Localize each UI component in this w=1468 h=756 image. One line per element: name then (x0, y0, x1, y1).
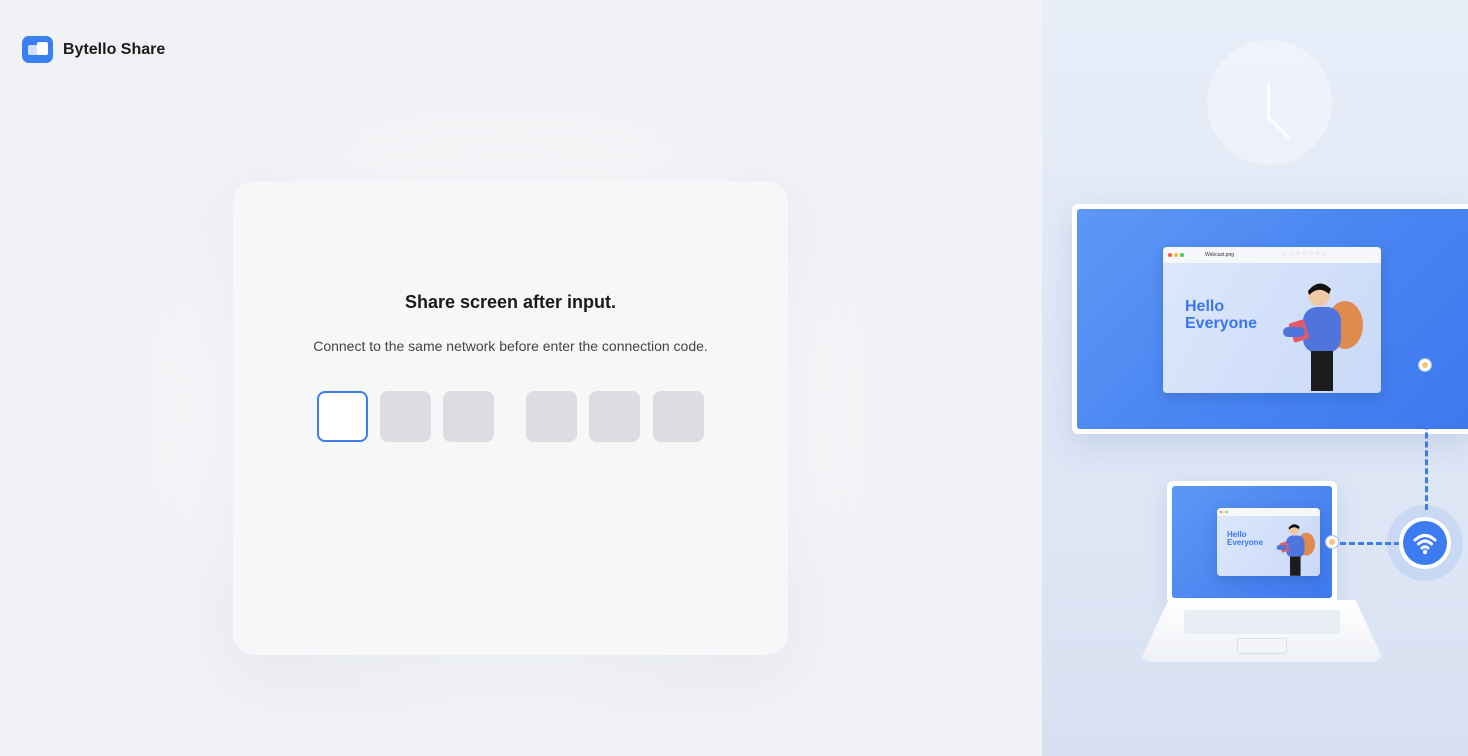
laptop-screen: Hello Everyone (1172, 486, 1332, 598)
code-digit-4[interactable] (526, 391, 577, 442)
person-illustration-small (1276, 524, 1315, 576)
window-title: Webcast.png (1205, 252, 1235, 258)
app-logo-icon (22, 36, 53, 63)
monitor-greeting: Hello Everyone (1185, 298, 1258, 332)
code-digit-2[interactable] (380, 391, 431, 442)
connection-node-laptop (1326, 536, 1338, 548)
connection-line-vertical (1425, 370, 1428, 510)
wifi-icon (1403, 521, 1447, 565)
app-name: Bytello Share (63, 40, 166, 58)
monitor-illustration: Webcast.png ◌◌◌◌◌◌◌ Hello Everyone (1072, 204, 1468, 434)
window-toolbar-icons: ◌◌◌◌◌◌◌ (1283, 251, 1329, 257)
code-digit-5[interactable] (589, 391, 640, 442)
card-title: Share screen after input. (404, 292, 617, 312)
laptop-window: Hello Everyone (1217, 508, 1320, 576)
code-digit-1[interactable] (317, 391, 368, 442)
code-digit-6[interactable] (653, 391, 704, 442)
code-digit-3[interactable] (443, 391, 494, 442)
laptop-base (1142, 600, 1382, 662)
clock-icon (1207, 40, 1332, 165)
monitor-screen: Webcast.png ◌◌◌◌◌◌◌ Hello Everyone (1077, 209, 1468, 429)
laptop-greeting: Hello Everyone (1227, 530, 1264, 548)
card-subtitle: Connect to the same network before enter… (313, 338, 708, 354)
presentation-window: Webcast.png ◌◌◌◌◌◌◌ Hello Everyone (1163, 247, 1381, 393)
connection-node-monitor (1419, 359, 1431, 371)
person-illustration (1283, 283, 1363, 391)
connection-card: Share screen after input. Connect to the… (233, 181, 788, 655)
brand: Bytello Share (22, 36, 165, 63)
laptop-illustration: Hello Everyone (1167, 481, 1337, 603)
illustration-panel: Webcast.png ◌◌◌◌◌◌◌ Hello Everyone Hello… (1042, 0, 1468, 756)
